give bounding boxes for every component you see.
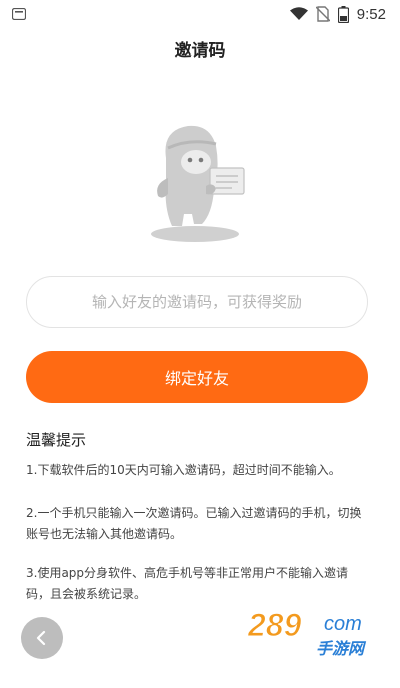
status-time: 9:52: [356, 5, 386, 23]
tip-item: 2.一个手机只能输入一次邀请码。已输入过邀请码的手机，切换账号也无法输入其他邀请…: [26, 506, 362, 541]
battery-icon: [337, 5, 349, 23]
back-button[interactable]: [21, 617, 63, 659]
status-left: [12, 8, 26, 20]
watermark-brand: 289: [247, 607, 302, 643]
watermark-sub: 手游网: [316, 639, 367, 658]
mascot-arm: [157, 178, 168, 198]
mascot-illustration: [151, 125, 245, 242]
chevron-left-icon: [36, 630, 46, 646]
status-bar: 9:52: [0, 0, 400, 28]
watermark-suffix: com: [324, 613, 362, 635]
mascot-face: [181, 150, 211, 174]
mascot-eye-left: [187, 157, 193, 163]
site-watermark: 289 com 手游网: [247, 607, 368, 659]
mascot-eye-right: [198, 157, 204, 163]
page-title: 邀请码: [174, 41, 226, 61]
tips-heading: 温馨提示: [26, 431, 87, 449]
mascot-shadow: [151, 226, 239, 242]
bind-friend-button-label: 绑定好友: [164, 369, 229, 388]
tip-item: 1.下载软件后的10天内可输入邀请码，超过时间不能输入。: [26, 463, 341, 477]
bind-friend-button[interactable]: 绑定好友: [26, 351, 368, 403]
status-right: 9:52: [289, 5, 386, 23]
tip-item: 3.使用app分身软件、高危手机号等非正常用户不能输入邀请码，且会被系统记录。: [26, 566, 349, 601]
wifi-icon: [289, 7, 308, 20]
notification-icon: [12, 8, 26, 20]
no-sim-icon: [315, 6, 330, 22]
invite-code-input[interactable]: [26, 276, 368, 328]
